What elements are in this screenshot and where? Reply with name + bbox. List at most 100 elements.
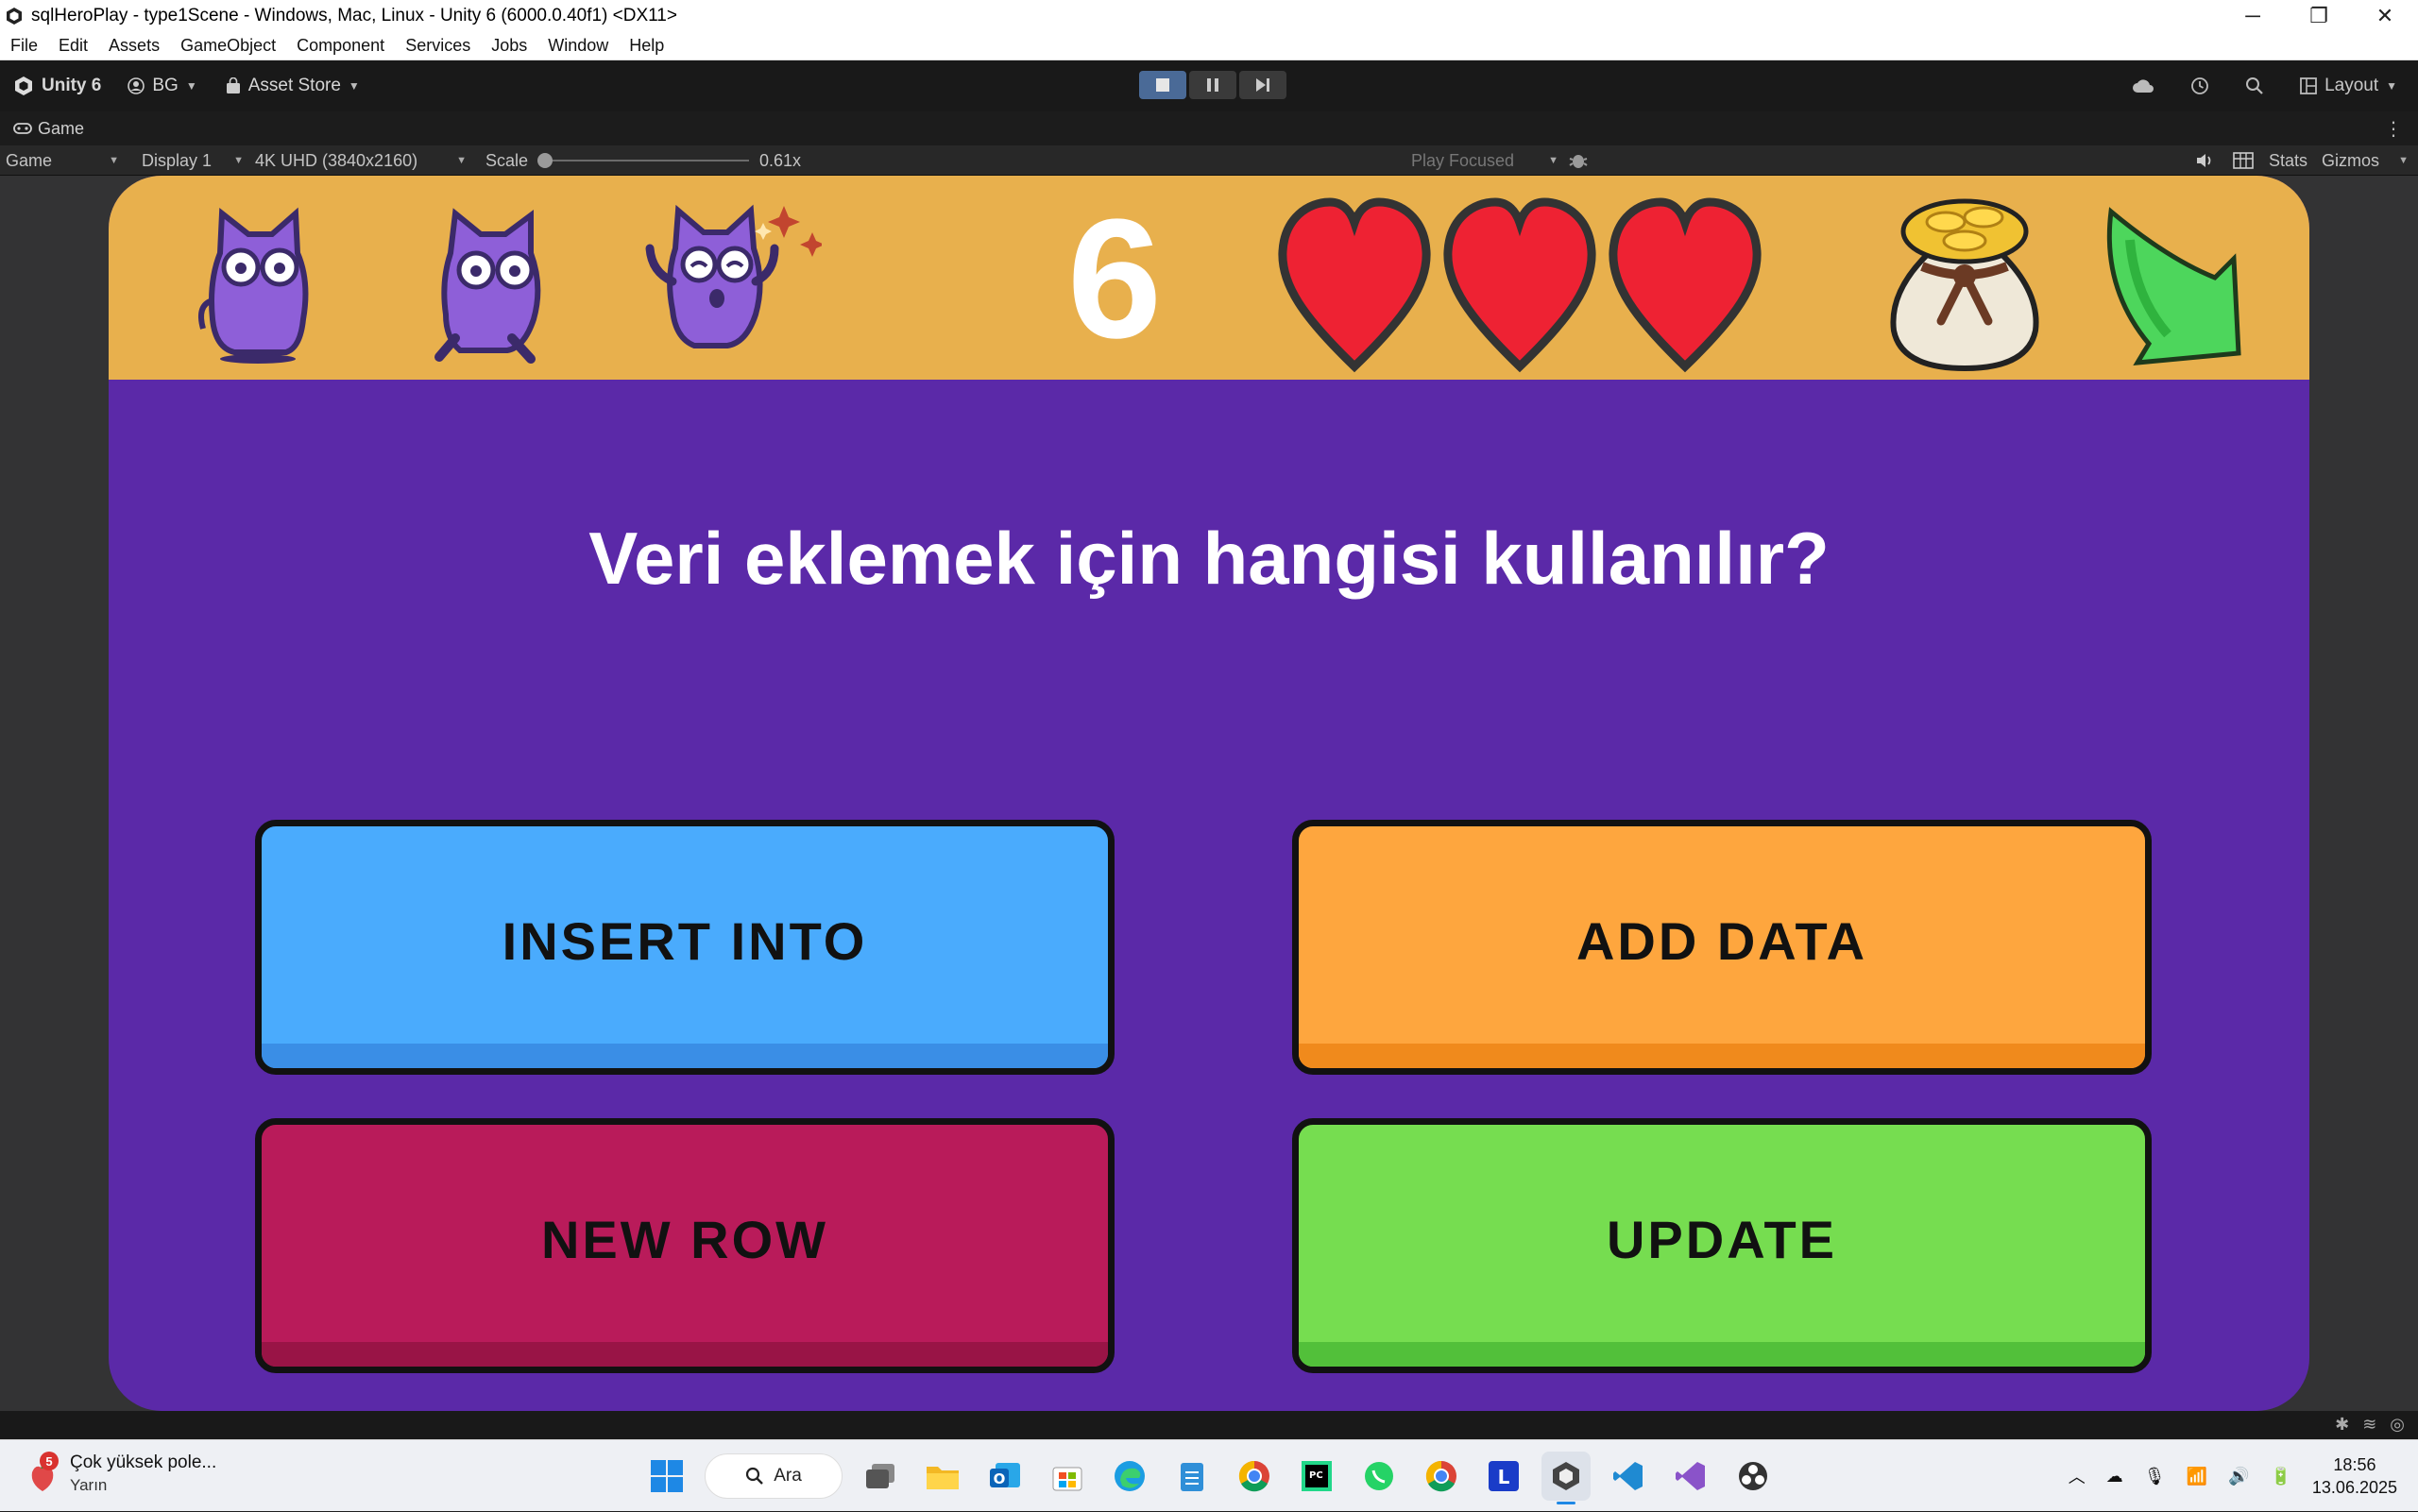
- bug-icon[interactable]: [1568, 145, 1589, 176]
- menu-services[interactable]: Services: [395, 36, 481, 56]
- scale-label: Scale: [485, 150, 529, 170]
- pause-icon: [1207, 78, 1218, 92]
- gizmos-label: Gizmos: [2322, 150, 2380, 170]
- scale-slider-track[interactable]: [546, 160, 749, 161]
- taskbar-clock[interactable]: 18:56 13.06.2025: [2312, 1453, 2397, 1499]
- more-options-icon[interactable]: ⋮: [2384, 117, 2403, 141]
- user-icon: [128, 77, 145, 94]
- microphone-icon[interactable]: 🎙: [2144, 1467, 2166, 1487]
- view-mode-dropdown[interactable]: Game ▼: [6, 145, 123, 176]
- cat-character-walking-icon: [434, 208, 541, 364]
- mute-audio-icon[interactable]: [2195, 145, 2214, 176]
- menu-help[interactable]: Help: [619, 36, 674, 56]
- menu-bar: File Edit Assets GameObject Component Se…: [0, 32, 2418, 60]
- menu-edit[interactable]: Edit: [48, 36, 98, 56]
- asset-store-dropdown[interactable]: Asset Store ▼: [226, 76, 360, 96]
- answer-label: NEW ROW: [540, 1209, 829, 1269]
- vscode-icon[interactable]: [1604, 1452, 1653, 1501]
- weather-widget[interactable]: 5 Çok yüksek pole... Yarın: [26, 1452, 216, 1497]
- gold-bag-icon[interactable]: [1884, 189, 2045, 374]
- grid-icon[interactable]: [2233, 145, 2254, 176]
- menu-assets[interactable]: Assets: [98, 36, 170, 56]
- chevron-down-icon: ▼: [2398, 155, 2409, 166]
- answer-button-add-data[interactable]: ADD DATA: [1292, 820, 2152, 1075]
- history-icon[interactable]: [2190, 76, 2209, 95]
- chrome-icon[interactable]: [1417, 1452, 1466, 1501]
- l-app-icon[interactable]: L: [1479, 1452, 1528, 1501]
- menu-file[interactable]: File: [0, 36, 48, 56]
- volume-icon[interactable]: 🔊: [2228, 1467, 2249, 1487]
- play-mode-label: Play Focused: [1411, 150, 1515, 170]
- unity-version-label: Unity 6: [42, 76, 102, 95]
- account-dropdown[interactable]: BG ▼: [128, 76, 197, 96]
- layout-dropdown[interactable]: Layout ▼: [2300, 76, 2397, 96]
- notepad-icon[interactable]: [1167, 1452, 1217, 1501]
- file-explorer-icon[interactable]: [918, 1452, 967, 1501]
- task-view-icon[interactable]: [856, 1452, 905, 1501]
- chevron-down-icon: ▼: [456, 155, 467, 166]
- heart-life-icon: [1443, 197, 1596, 373]
- taskbar-search[interactable]: Ara: [705, 1453, 843, 1499]
- question-text: Veri eklemek için hangisi kullanılır?: [588, 517, 1830, 600]
- microsoft-store-icon[interactable]: [1043, 1452, 1092, 1501]
- windows-logo-icon: [651, 1460, 683, 1492]
- play-controls: [1139, 71, 1286, 99]
- visual-studio-icon[interactable]: [1666, 1452, 1715, 1501]
- display-label: Display 1: [142, 150, 213, 170]
- scale-slider-handle[interactable]: [537, 153, 553, 168]
- menu-component[interactable]: Component: [286, 36, 395, 56]
- check-circle-icon[interactable]: ◎: [2390, 1415, 2405, 1435]
- chevron-down-icon: ▼: [185, 79, 197, 93]
- stats-button[interactable]: Stats: [2269, 145, 2307, 176]
- svg-text:L: L: [1498, 1466, 1510, 1488]
- chrome-profile-icon[interactable]: [1230, 1452, 1279, 1501]
- step-button[interactable]: [1239, 71, 1286, 99]
- answer-button-update[interactable]: UPDATE: [1292, 1118, 2152, 1373]
- unity-account-button[interactable]: Unity 6: [13, 76, 101, 96]
- chevron-down-icon: ▼: [2386, 79, 2397, 93]
- asset-store-label: Asset Store: [247, 76, 341, 95]
- answer-label: UPDATE: [1606, 1209, 1838, 1269]
- onedrive-icon[interactable]: ☁: [2106, 1467, 2123, 1487]
- play-stop-button[interactable]: [1139, 71, 1186, 99]
- window-title-bar: sqlHeroPlay - type1Scene - Windows, Mac,…: [0, 0, 2418, 32]
- pause-button[interactable]: [1189, 71, 1236, 99]
- battery-icon[interactable]: 🔋: [2270, 1467, 2290, 1487]
- button-shadow: [1299, 1342, 2145, 1367]
- search-icon[interactable]: [2245, 76, 2264, 95]
- answer-button-new-row[interactable]: NEW ROW: [255, 1118, 1115, 1373]
- answer-label: INSERT INTO: [502, 910, 868, 971]
- restore-button[interactable]: ❐: [2286, 0, 2352, 32]
- tab-game[interactable]: Game: [13, 119, 84, 139]
- editor-toolbar: Unity 6 BG ▼ Asset Store ▼ Layout ▼: [0, 60, 2418, 111]
- display-dropdown[interactable]: Display 1 ▼: [142, 145, 247, 176]
- chevron-up-icon[interactable]: ︿: [2069, 1464, 2086, 1488]
- edge-browser-icon[interactable]: [1105, 1452, 1154, 1501]
- chevron-down-icon: ▼: [109, 155, 119, 166]
- pycharm-icon[interactable]: PC: [1292, 1452, 1341, 1501]
- resolution-dropdown[interactable]: 4K UHD (3840x2160) ▼: [255, 145, 470, 176]
- obs-icon[interactable]: [1728, 1452, 1778, 1501]
- layout-label: Layout: [2324, 76, 2379, 95]
- next-arrow-icon[interactable]: [2092, 202, 2253, 372]
- menu-gameobject[interactable]: GameObject: [170, 36, 286, 56]
- menu-jobs[interactable]: Jobs: [481, 36, 537, 56]
- layers-icon[interactable]: ≋: [2362, 1415, 2376, 1435]
- weather-text: Çok yüksek pole...: [70, 1453, 217, 1472]
- answer-button-insert-into[interactable]: INSERT INTO: [255, 820, 1115, 1075]
- gizmos-dropdown[interactable]: Gizmos ▼: [2322, 145, 2412, 176]
- unity-hub-icon[interactable]: [1541, 1452, 1591, 1504]
- whatsapp-icon[interactable]: [1354, 1452, 1404, 1501]
- cloud-icon[interactable]: [2132, 78, 2154, 93]
- step-forward-icon: [1256, 78, 1269, 92]
- play-mode-dropdown[interactable]: Play Focused ▼: [1411, 145, 1562, 176]
- close-button[interactable]: ✕: [2352, 0, 2418, 32]
- start-button[interactable]: [642, 1452, 691, 1501]
- menu-window[interactable]: Window: [537, 36, 619, 56]
- minimize-button[interactable]: ─: [2220, 0, 2286, 32]
- heart-life-icon: [1609, 197, 1762, 373]
- unity-app-icon: [7, 8, 22, 25]
- wifi-icon[interactable]: 📶: [2187, 1467, 2207, 1487]
- outlook-icon[interactable]: O: [980, 1452, 1030, 1501]
- debug-icon[interactable]: ✱: [2335, 1415, 2349, 1435]
